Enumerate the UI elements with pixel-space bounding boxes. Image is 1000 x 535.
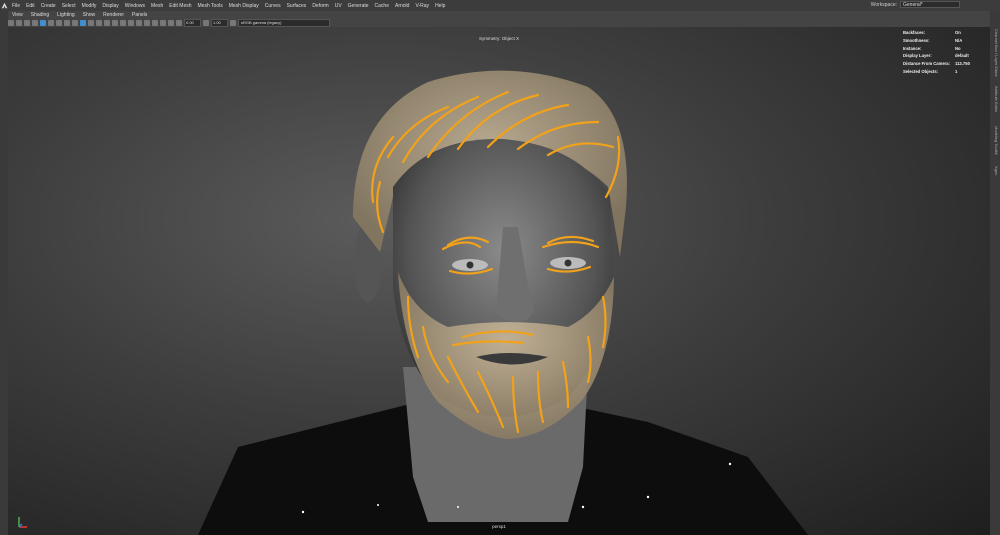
menu-mesh-tools[interactable]: Mesh Tools: [195, 3, 226, 9]
exposure-icon[interactable]: [176, 19, 182, 26]
hud-row: Display Layer: default: [903, 52, 970, 60]
menu-deform[interactable]: Deform: [309, 3, 331, 9]
perspective-viewport[interactable]: Symmetry: Object X persp1 Backfaces: On …: [8, 27, 990, 535]
menu-display[interactable]: Display: [99, 3, 121, 9]
main-menubar: File Edit Create Select Modify Display W…: [0, 0, 1000, 11]
hud-value: default: [955, 53, 969, 59]
hud-row: Distance From Camera: 113.750: [903, 60, 970, 68]
viewport-panel-menu: View Shading Lighting Show Renderer Pane…: [0, 11, 1000, 18]
panel-menu-view[interactable]: View: [8, 12, 27, 18]
hud-row: Instance: No: [903, 44, 970, 52]
exposure-field[interactable]: 0.00: [184, 18, 201, 27]
menu-select[interactable]: Select: [59, 3, 79, 9]
right-panel-strip: Channel Box / Layer Editor Attribute Edi…: [990, 11, 1000, 535]
menu-arnold[interactable]: Arnold: [392, 3, 412, 9]
side-tab-channel-box[interactable]: Channel Box / Layer Editor: [994, 29, 999, 77]
field-chart-icon[interactable]: [72, 19, 78, 26]
hud-label: Backfaces:: [903, 30, 926, 36]
workspace-label: Workspace:: [870, 1, 897, 8]
isolate-select-icon[interactable]: [152, 19, 158, 26]
side-tab-modeling-toolkit[interactable]: Modeling Toolkit: [994, 126, 999, 155]
textured-icon[interactable]: [104, 19, 110, 26]
menu-mesh-display[interactable]: Mesh Display: [226, 3, 262, 9]
panel-menu-lighting[interactable]: Lighting: [53, 12, 79, 18]
hud-value: On: [955, 30, 961, 36]
side-tab-attribute-editor[interactable]: Attribute Editor: [994, 86, 999, 112]
antialiasing-icon[interactable]: [144, 19, 150, 26]
menu-edit-mesh[interactable]: Edit Mesh: [166, 3, 194, 9]
menu-cache[interactable]: Cache: [372, 3, 392, 9]
workspace-dropdown[interactable]: General*: [900, 1, 960, 8]
menu-modify[interactable]: Modify: [79, 3, 100, 9]
default-material-icon[interactable]: [96, 19, 102, 26]
symmetry-title: Symmetry: Object X: [478, 36, 519, 41]
menu-help[interactable]: Help: [432, 3, 448, 9]
ambient-occlusion-icon[interactable]: [128, 19, 134, 26]
lights-icon[interactable]: [112, 19, 118, 26]
hud-label: Display Layer:: [903, 53, 932, 59]
panel-menu-shading[interactable]: Shading: [27, 12, 53, 18]
hud-row: Smoothness: N/A: [903, 37, 970, 45]
hud-value: N/A: [955, 38, 963, 44]
panel-menu-renderer[interactable]: Renderer: [99, 12, 128, 18]
hud-row: Selected Objects: 1: [903, 67, 970, 75]
panel-menu-panels[interactable]: Panels: [128, 12, 151, 18]
scene-render: [198, 70, 808, 535]
wireframe-icon[interactable]: [80, 19, 86, 26]
workspace-selector: Workspace: General*: [871, 1, 960, 8]
resolution-gate-icon[interactable]: [56, 19, 62, 26]
bookmark-icon[interactable]: [24, 19, 30, 26]
menu-windows[interactable]: Windows: [122, 3, 148, 9]
menu-generate[interactable]: Generate: [345, 3, 372, 9]
camera-attributes-icon[interactable]: [16, 19, 22, 26]
side-tab-xgen[interactable]: Xgen: [994, 166, 999, 175]
menu-edit[interactable]: Edit: [23, 3, 38, 9]
grid-toggle-icon[interactable]: [40, 19, 46, 26]
film-gate-icon[interactable]: [48, 19, 54, 26]
hud-value: No: [955, 45, 961, 51]
menu-file[interactable]: File: [9, 3, 23, 9]
gate-mask-icon[interactable]: [64, 19, 70, 26]
heads-up-display: Backfaces: On Smoothness: N/A Instance: …: [903, 29, 970, 75]
shadows-icon[interactable]: [120, 19, 126, 26]
color-management-icon[interactable]: [230, 19, 236, 26]
smooth-shade-icon[interactable]: [88, 19, 94, 26]
gamma-icon[interactable]: [203, 19, 209, 26]
menu-surfaces[interactable]: Surfaces: [284, 3, 310, 9]
gamma-field[interactable]: 1.00: [211, 18, 228, 27]
select-camera-icon[interactable]: [8, 19, 14, 26]
left-panel-strip: [0, 11, 8, 535]
colorspace-dropdown[interactable]: sRGB gamma (legacy): [238, 18, 330, 27]
camera-name-label: persp1: [492, 524, 506, 529]
hud-value: 113.750: [955, 61, 970, 67]
hud-label: Distance From Camera:: [903, 61, 951, 67]
hud-label: Smoothness:: [903, 38, 930, 44]
menu-vray[interactable]: V-Ray: [412, 3, 432, 9]
hud-label: Instance:: [903, 45, 922, 51]
maya-logo-icon: [0, 0, 9, 11]
hud-label: Selected Objects:: [903, 68, 939, 74]
menu-curves[interactable]: Curves: [262, 3, 284, 9]
image-plane-icon[interactable]: [32, 19, 38, 26]
motion-blur-icon[interactable]: [136, 19, 142, 26]
viewport-toolbar: 0.00 1.00 sRGB gamma (legacy): [0, 18, 1000, 27]
xray-icon[interactable]: [160, 19, 166, 26]
xray-joints-icon[interactable]: [168, 19, 174, 26]
hud-row: Backfaces: On: [903, 29, 970, 37]
menu-create[interactable]: Create: [38, 3, 59, 9]
menu-mesh[interactable]: Mesh: [148, 3, 166, 9]
hud-value: 1: [955, 68, 958, 74]
panel-menu-show[interactable]: Show: [79, 12, 100, 18]
view-axis-icon: [18, 517, 27, 528]
menu-uv[interactable]: UV: [332, 3, 345, 9]
